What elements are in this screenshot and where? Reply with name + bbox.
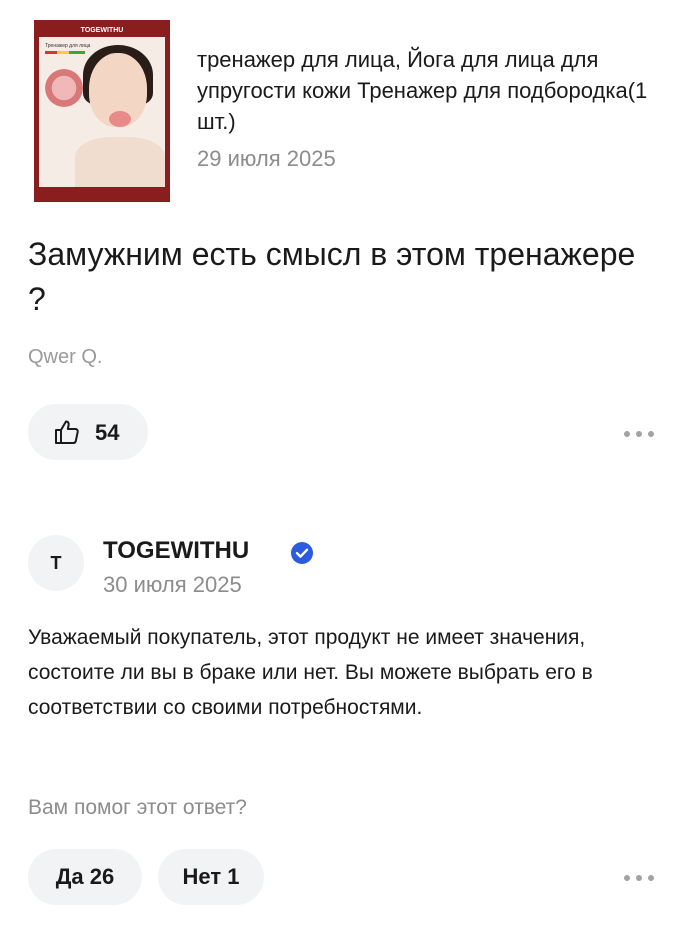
dot xyxy=(636,875,642,881)
seller-name[interactable]: TOGEWITHU xyxy=(103,537,249,565)
product-title[interactable]: тренажер для лица, Йога для лица для упр… xyxy=(197,44,657,137)
dot xyxy=(624,431,630,437)
like-button[interactable]: 54 xyxy=(28,404,148,460)
dot xyxy=(648,431,654,437)
helpful-no-button[interactable]: Нет 1 xyxy=(158,849,264,905)
product-thumbnail[interactable]: TOGEWITHU Тренажер для лица xyxy=(34,20,170,202)
thumb-device xyxy=(109,111,131,127)
like-count: 54 xyxy=(95,420,120,445)
dot xyxy=(648,875,654,881)
dot xyxy=(624,875,630,881)
thumb-stripes xyxy=(45,51,85,54)
thumb-device-illustration xyxy=(45,69,83,107)
question-text: Замужним есть смысл в этом тренажере ? xyxy=(28,236,636,317)
thumb-caption: Тренажер для лица xyxy=(45,43,91,49)
question-author: Qwer Q. xyxy=(28,346,103,368)
helpful-prompt: Вам помог этот ответ? xyxy=(28,796,247,819)
thumbs-up-icon xyxy=(55,420,79,444)
verified-check-icon xyxy=(291,542,313,564)
review-page: TOGEWITHU Тренажер для лица тренажер для… xyxy=(0,0,700,926)
thumb-brand: TOGEWITHU xyxy=(39,25,165,37)
question-more-icon[interactable] xyxy=(622,424,658,444)
product-date: 29 июля 2025 xyxy=(197,146,336,171)
answer-more-icon[interactable] xyxy=(622,868,658,888)
helpful-yes-button[interactable]: Да 26 xyxy=(28,849,142,905)
answer-text: Уважаемый покупатель, этот продукт не им… xyxy=(28,626,593,719)
product-card[interactable]: TOGEWITHU Тренажер для лица тренажер для… xyxy=(34,20,674,204)
seller-avatar: T xyxy=(28,535,84,591)
product-image: TOGEWITHU Тренажер для лица xyxy=(39,25,165,197)
thumb-footer xyxy=(39,187,165,197)
thumb-model-body xyxy=(75,137,165,187)
dot xyxy=(636,431,642,437)
answer-date: 30 июля 2025 xyxy=(103,572,242,597)
